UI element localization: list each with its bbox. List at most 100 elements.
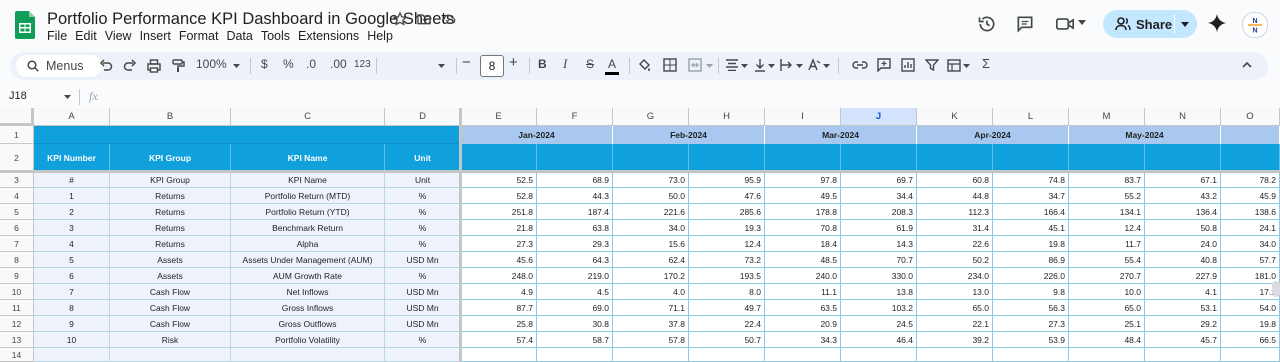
percent-format-button[interactable]: % [283,57,294,71]
row-header-7[interactable]: 7 [0,236,34,252]
value-cell[interactable]: 55.4 [1069,252,1145,268]
month-header-continued[interactable] [1221,126,1280,144]
table-cell[interactable]: 5 [34,252,110,268]
value-cell[interactable]: 227.9 [1145,268,1221,284]
table-cell[interactable]: % [385,188,461,204]
value-cell[interactable]: 70.7 [841,252,917,268]
table-cell[interactable]: Returns [110,220,231,236]
print-icon[interactable] [147,59,161,73]
table-cell[interactable]: 10 [34,332,110,348]
zoom-select[interactable]: 100% [196,57,227,71]
table-cell[interactable]: KPI Name [231,172,385,188]
table-cell[interactable]: Assets [110,252,231,268]
value-cell[interactable]: 34.4 [841,188,917,204]
value-cell[interactable]: 27.3 [993,316,1069,332]
row-header-6[interactable]: 6 [0,220,34,236]
empty-cell[interactable] [1145,348,1221,362]
value-cell[interactable]: 71.1 [613,300,689,316]
table-header-blank[interactable] [613,144,689,172]
insert-comment-icon[interactable] [877,58,891,72]
value-cell[interactable]: 24.5 [841,316,917,332]
table-cell[interactable]: Gross Inflows [231,300,385,316]
horizontal-align-icon[interactable] [725,59,739,71]
text-color-button[interactable]: A [608,57,616,71]
empty-cell[interactable] [110,348,231,362]
merge-cells-icon[interactable] [688,58,702,72]
value-cell[interactable]: 65.0 [917,300,993,316]
table-cell[interactable]: % [385,236,461,252]
value-cell[interactable]: 13.8 [841,284,917,300]
functions-button[interactable]: Σ [982,56,990,71]
value-cell[interactable]: 97.8 [765,172,841,188]
value-cell[interactable]: 12.4 [1069,220,1145,236]
table-cell[interactable]: Portfolio Return (YTD) [231,204,385,220]
column-header-f[interactable]: F [537,108,613,126]
sheets-logo-icon[interactable] [15,11,35,39]
table-cell[interactable]: Portfolio Volatility [231,332,385,348]
row-header-1[interactable]: 1 [0,126,34,144]
value-cell[interactable]: 45.6 [461,252,537,268]
table-header-blank[interactable] [537,144,613,172]
rotation-dropdown-icon[interactable] [823,64,830,68]
value-cell[interactable]: 208.3 [841,204,917,220]
frozen-columns-divider[interactable] [459,108,462,362]
empty-cell[interactable] [993,348,1069,362]
value-cell[interactable]: 68.9 [537,172,613,188]
table-cell[interactable]: 2 [34,204,110,220]
value-cell[interactable]: 48.4 [1069,332,1145,348]
value-cell[interactable]: 21.8 [461,220,537,236]
row-header-12[interactable]: 12 [0,316,34,332]
insert-link-icon[interactable] [852,60,868,70]
chevron-down-icon[interactable] [1078,20,1086,26]
borders-icon[interactable] [663,58,677,72]
value-cell[interactable]: 14.3 [841,236,917,252]
table-cell[interactable]: % [385,268,461,284]
vertical-scrollbar[interactable] [1272,281,1280,297]
value-cell[interactable]: 54.0 [1221,300,1280,316]
column-header-e[interactable]: E [461,108,537,126]
table-header-blank[interactable] [765,144,841,172]
value-cell[interactable]: 65.0 [1069,300,1145,316]
table-cell[interactable]: AUM Growth Rate [231,268,385,284]
menus-search[interactable]: Menus [16,55,102,77]
table-cell[interactable]: Cash Flow [110,284,231,300]
value-cell[interactable]: 66.5 [1221,332,1280,348]
table-cell[interactable]: USD Mn [385,300,461,316]
value-cell[interactable]: 37.8 [613,316,689,332]
table-header-kpi-number[interactable]: KPI Number [34,144,110,172]
column-header-l[interactable]: L [993,108,1069,126]
fill-color-icon[interactable] [637,58,651,72]
table-cell[interactable]: USD Mn [385,284,461,300]
empty-cell[interactable] [765,348,841,362]
value-cell[interactable]: 9.8 [993,284,1069,300]
table-cell[interactable]: 3 [34,220,110,236]
value-cell[interactable]: 52.8 [461,188,537,204]
menu-help[interactable]: Help [367,29,399,43]
value-cell[interactable]: 69.7 [841,172,917,188]
text-wrap-icon[interactable] [780,58,794,72]
table-cell[interactable]: Unit [385,172,461,188]
strikethrough-button[interactable]: S [586,57,594,71]
value-cell[interactable]: 4.5 [537,284,613,300]
value-cell[interactable]: 34.0 [613,220,689,236]
frozen-rows-divider[interactable] [0,170,1280,173]
table-cell[interactable]: Net Inflows [231,284,385,300]
value-cell[interactable]: 45.1 [993,220,1069,236]
value-cell[interactable]: 95.9 [689,172,765,188]
currency-format-button[interactable]: $ [261,57,268,71]
cloud-status-icon[interactable] [440,11,456,27]
value-cell[interactable]: 44.3 [537,188,613,204]
value-cell[interactable]: 57.7 [1221,252,1280,268]
value-cell[interactable]: 134.1 [1069,204,1145,220]
value-cell[interactable]: 29.3 [537,236,613,252]
table-header-blank[interactable] [1145,144,1221,172]
value-cell[interactable]: 19.8 [1221,316,1280,332]
table-header-blank[interactable] [1069,144,1145,172]
column-header-o[interactable]: O [1221,108,1280,126]
gemini-sparkle-icon[interactable] [1207,13,1227,33]
value-cell[interactable]: 13.0 [917,284,993,300]
decrease-decimal-button[interactable]: .0 [306,57,316,71]
menu-tools[interactable]: Tools [261,29,296,43]
column-header-g[interactable]: G [613,108,689,126]
value-cell[interactable]: 25.8 [461,316,537,332]
